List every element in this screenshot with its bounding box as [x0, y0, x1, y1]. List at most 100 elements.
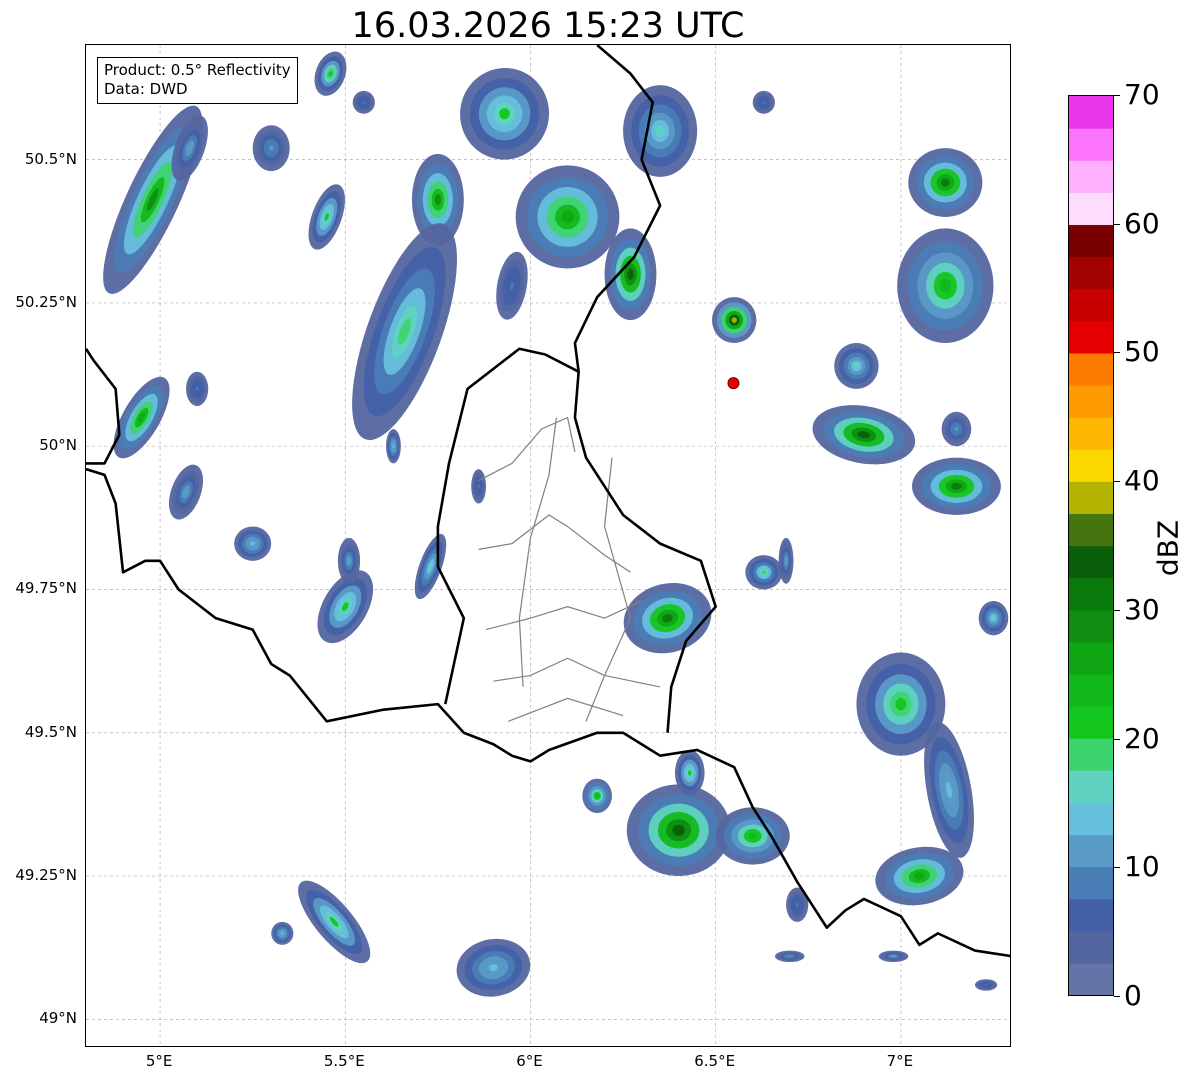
- lat-tick-label: 50.5°N: [24, 149, 77, 168]
- lat-tick-label: 50.25°N: [15, 292, 77, 311]
- country-border: [573, 371, 717, 733]
- colorbar-bin: [1069, 834, 1113, 868]
- colorbar-bin: [1069, 866, 1113, 900]
- colorbar-tick-label: 50: [1124, 335, 1160, 369]
- echo-cell: [878, 950, 909, 963]
- echo-cell: [778, 537, 794, 584]
- echo-cell: [623, 85, 698, 177]
- lat-tick-label: 49.25°N: [15, 866, 77, 885]
- echo-cell: [460, 67, 550, 160]
- echo-cell: [674, 749, 705, 796]
- colorbar-bin: [1069, 192, 1113, 226]
- echo-cell: [774, 950, 805, 963]
- echo-cell: [974, 979, 998, 991]
- echo-cell: [168, 464, 204, 520]
- colorbar-tick-label: 70: [1124, 78, 1160, 111]
- colorbar-label: dBZ: [1151, 519, 1185, 577]
- colorbar-bin: [1069, 770, 1113, 803]
- lon-tick-label: 6.5°E: [694, 1052, 736, 1070]
- echo-cell: [252, 125, 290, 172]
- echo-cell: [337, 537, 361, 584]
- colorbar-bin: [1069, 481, 1113, 514]
- colorbar-bin: [1069, 738, 1113, 771]
- colorbar-bin: [1069, 449, 1113, 482]
- colorbar-bin: [1069, 513, 1113, 547]
- lat-tick-label: 49.5°N: [24, 722, 77, 741]
- colorbar-bin: [1069, 352, 1113, 386]
- echo-cell: [715, 807, 790, 865]
- colorbar-tick-label: 30: [1124, 592, 1160, 626]
- colorbar-tick: [1114, 738, 1120, 740]
- colorbar: [1068, 95, 1114, 996]
- echo-cell: [456, 938, 531, 997]
- info-data-source: Data: DWD: [104, 80, 188, 98]
- echo-cell: [298, 880, 371, 964]
- lon-tick-label: 5°E: [145, 1052, 173, 1070]
- radar-map-canvas: [86, 45, 1010, 1046]
- echo-cell: [515, 165, 620, 269]
- colorbar-bin: [1069, 224, 1113, 258]
- echo-cell: [911, 457, 1001, 515]
- echo-cell: [604, 228, 657, 321]
- colorbar-bin: [1069, 96, 1113, 129]
- lon-tick-label: 6°E: [516, 1052, 543, 1070]
- echo-cell: [623, 582, 712, 654]
- country-border: [86, 348, 121, 465]
- colorbar-tick-label: 40: [1124, 464, 1160, 498]
- echo-cell: [752, 90, 775, 114]
- echo-cell: [496, 251, 528, 320]
- echo-cell: [745, 555, 783, 590]
- colorbar-tick: [1114, 609, 1120, 611]
- colorbar-tick: [1114, 481, 1120, 483]
- map-title: 16.03.2026 15:23 UTC: [351, 6, 745, 46]
- colorbar-bin: [1069, 545, 1113, 579]
- lon-tick-label: 7°E: [886, 1052, 914, 1070]
- lat-tick-label: 49°N: [39, 1009, 77, 1028]
- colorbar-bin: [1069, 641, 1113, 675]
- echo-cell: [471, 469, 487, 504]
- admin-boundary: [478, 514, 631, 573]
- colorbar-tick-label: 0: [1124, 979, 1142, 1012]
- radar-site-marker: [727, 377, 740, 390]
- colorbar-bin: [1069, 288, 1113, 322]
- colorbar-bin: [1069, 962, 1113, 996]
- colorbar-bins: [1069, 96, 1113, 996]
- echo-cell: [308, 184, 345, 250]
- echo-cell: [711, 297, 757, 344]
- echo-cell: [626, 784, 731, 877]
- colorbar-tick: [1114, 223, 1120, 225]
- colorbar-bin: [1069, 673, 1113, 707]
- colorbar-bin: [1069, 417, 1113, 450]
- echo-cell: [834, 343, 879, 389]
- colorbar-tick-label: 10: [1124, 850, 1160, 884]
- echo-cell: [352, 90, 375, 114]
- radar-map[interactable]: [85, 44, 1011, 1047]
- colorbar-bin: [1069, 384, 1113, 418]
- colorbar-tick-label: 60: [1124, 206, 1160, 240]
- echo-cell: [271, 921, 294, 945]
- lat-tick-label: 50°N: [39, 436, 77, 455]
- echo-cell: [314, 51, 347, 96]
- admin-boundary: [478, 416, 576, 482]
- colorbar-bin: [1069, 128, 1113, 161]
- echo-cell: [113, 376, 170, 459]
- colorbar-bin: [1069, 577, 1113, 611]
- colorbar-bin: [1069, 706, 1113, 739]
- colorbar-bin: [1069, 256, 1113, 290]
- admin-boundary: [508, 697, 624, 722]
- echo-cell: [812, 405, 916, 465]
- colorbar-bin: [1069, 898, 1113, 932]
- echo-cell: [234, 526, 272, 561]
- echo-cell: [414, 534, 447, 600]
- echo-cell: [978, 600, 1009, 636]
- colorbar-tick: [1114, 867, 1120, 869]
- colorbar-tick: [1114, 95, 1120, 96]
- echo-cell: [897, 228, 994, 344]
- colorbar-tick: [1114, 352, 1120, 354]
- colorbar-bin: [1069, 609, 1113, 643]
- colorbar-bin: [1069, 802, 1113, 836]
- lon-tick-label: 5.5°E: [323, 1052, 365, 1070]
- info-box: Product: 0.5° Reflectivity Data: DWD: [97, 57, 298, 104]
- echo-cell: [386, 429, 401, 464]
- colorbar-tick-label: 20: [1124, 721, 1160, 755]
